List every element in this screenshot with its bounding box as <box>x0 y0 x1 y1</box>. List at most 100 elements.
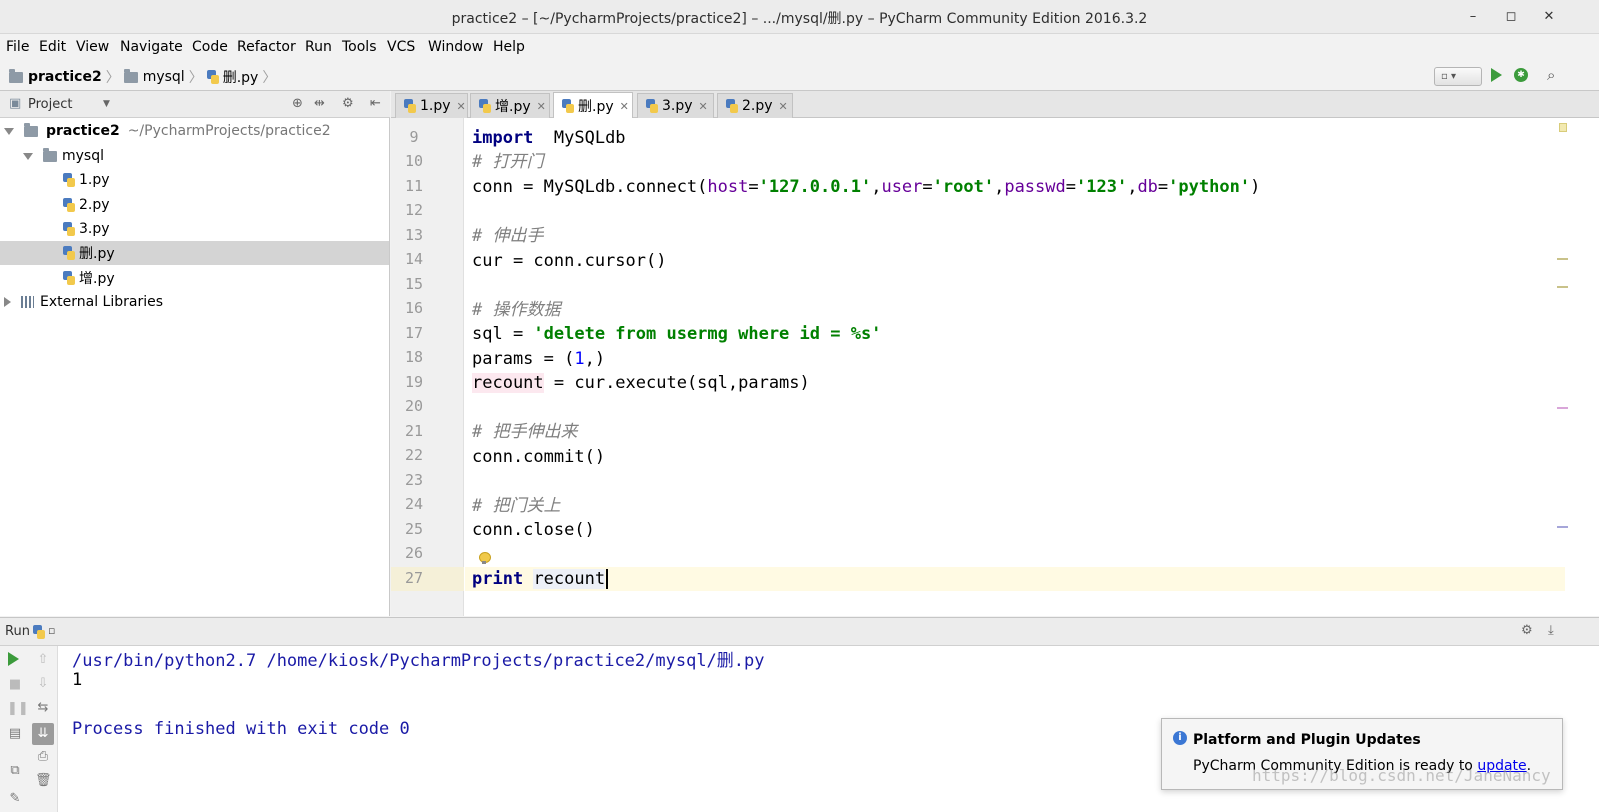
breadcrumb-project[interactable]: practice2 <box>28 69 102 85</box>
breadcrumb-file[interactable]: 删.py <box>223 67 259 87</box>
tab-shan-py[interactable]: 删.py ✕ <box>553 92 633 119</box>
chevron-down-icon[interactable]: ▼ <box>103 99 110 109</box>
close-icon[interactable]: ✕ <box>620 100 629 113</box>
scroll-to-end-icon[interactable]: ⇊ <box>32 723 54 745</box>
code-number: 1 <box>574 349 585 369</box>
folder-icon <box>24 122 38 137</box>
expand-arrow-icon[interactable] <box>4 297 11 307</box>
tree-item-file-selected[interactable]: 删.py <box>0 241 389 265</box>
code-editor[interactable]: 9 10 11 12 13 14 15 16 17 18 19 20 21 22… <box>391 118 1599 616</box>
close-icon[interactable]: ✕ <box>537 100 546 113</box>
line-number: 10 <box>404 152 424 170</box>
print-icon[interactable]: ⎙ <box>35 749 51 765</box>
menu-edit[interactable]: Edit <box>39 39 66 55</box>
tree-root-path: ~/PycharmProjects/practice2 <box>127 123 331 139</box>
soft-wrap-icon[interactable]: ⇆ <box>35 700 51 716</box>
line-number: 19 <box>404 373 424 391</box>
scroll-down-icon[interactable]: ⇩ <box>35 676 51 692</box>
menu-navigate[interactable]: Navigate <box>120 39 183 55</box>
tab-1-py[interactable]: 1.py ✕ <box>395 93 468 118</box>
close-icon[interactable]: ✕ <box>699 100 708 113</box>
trash-icon[interactable]: 🗑 <box>35 773 52 789</box>
debug-bug-icon[interactable]: ✱ <box>1514 68 1528 82</box>
line-number: 9 <box>409 128 419 146</box>
project-view-selector[interactable]: Project <box>28 97 72 112</box>
stripe-marker[interactable] <box>1557 407 1568 409</box>
close-icon[interactable]: ✕ <box>779 100 788 113</box>
lightbulb-icon[interactable] <box>479 552 491 565</box>
search-everywhere-icon[interactable]: ⌕ <box>1547 66 1555 84</box>
code-string: 'python' <box>1168 177 1251 197</box>
tree-file-label: 3.py <box>79 221 110 237</box>
python-file-icon <box>63 246 75 260</box>
python-file-icon <box>726 99 738 113</box>
code-line: import MySQLdb <box>472 126 626 150</box>
code-string: '123' <box>1076 177 1128 197</box>
scroll-up-icon[interactable]: ⇧ <box>35 652 51 668</box>
maximize-button[interactable]: ◻ <box>1502 8 1520 26</box>
rerun-play-icon[interactable] <box>8 652 19 666</box>
stripe-marker[interactable] <box>1557 526 1568 528</box>
tab-3-py[interactable]: 3.py ✕ <box>637 93 714 118</box>
current-line-highlight <box>465 567 1565 591</box>
close-window-button[interactable]: ✕ <box>1540 8 1558 26</box>
code-text: , <box>1127 177 1138 197</box>
run-tab-icon[interactable]: ▫ <box>48 624 55 637</box>
minimize-button[interactable]: – <box>1464 8 1482 26</box>
code-text: conn = MySQLdb.connect( <box>472 177 708 197</box>
expand-arrow-icon[interactable] <box>23 152 33 160</box>
breadcrumb-folder[interactable]: mysql <box>143 69 185 85</box>
menu-vcs[interactable]: VCS <box>387 39 415 55</box>
run-panel-header: Run ▫ ⚙ ⤓ <box>0 617 1599 646</box>
console-exit-message: Process finished with exit code 0 <box>72 719 410 739</box>
tree-item-folder-mysql[interactable]: mysql <box>0 144 389 168</box>
hide-panel-icon[interactable]: ⤓ <box>1548 623 1554 638</box>
code-text: ) <box>1250 177 1261 197</box>
stop-icon[interactable]: ■ <box>7 677 23 693</box>
dump-threads-icon[interactable]: ⧉ <box>7 763 23 779</box>
tab-zeng-py[interactable]: 增.py ✕ <box>470 93 550 118</box>
run-configuration-dropdown[interactable]: ▫ ▾ <box>1434 67 1482 86</box>
restore-layout-icon[interactable]: ▤ <box>7 726 23 742</box>
editor-tab-bar: 1.py ✕ 增.py ✕ 删.py ✕ 3.py ✕ 2.py ✕ <box>391 91 1599 119</box>
run-play-icon[interactable] <box>1491 68 1502 82</box>
editor-error-stripe[interactable] <box>1557 118 1569 616</box>
tree-item-file[interactable]: 增.py <box>0 266 389 290</box>
menu-help[interactable]: Help <box>493 39 525 55</box>
gear-icon[interactable]: ⚙ <box>1521 623 1533 638</box>
run-toolbar: ■ ❚❚ ▤ ⧉ ✎ ⇧ ⇩ ⇆ ⇊ ⎙ 🗑 <box>0 646 58 812</box>
tree-item-project-root[interactable]: practice2 ~/PycharmProjects/practice2 <box>0 119 389 143</box>
tree-item-external-libraries[interactable]: External Libraries <box>0 290 389 314</box>
watermark-text: https://blog.csdn.net/JaneNancy <box>1252 766 1551 785</box>
code-param: passwd <box>1004 177 1066 197</box>
collapse-all-icon[interactable]: ⇹ <box>314 96 325 111</box>
close-icon[interactable]: ✕ <box>457 100 466 113</box>
menu-tools[interactable]: Tools <box>342 39 377 55</box>
code-comment: # 打开门 <box>472 152 544 172</box>
code-text: MySQLdb <box>533 128 626 148</box>
code-param: host <box>707 177 749 197</box>
pause-icon[interactable]: ❚❚ <box>7 701 29 717</box>
tree-libraries-label: External Libraries <box>40 294 163 310</box>
breadcrumb-separator-icon: 〉 <box>105 70 120 86</box>
expand-arrow-icon[interactable] <box>4 127 14 135</box>
menu-refactor[interactable]: Refactor <box>237 39 296 55</box>
scroll-from-source-icon[interactable]: ⊕ <box>292 96 303 111</box>
menu-window[interactable]: Window <box>428 39 483 55</box>
stripe-marker[interactable] <box>1557 258 1568 260</box>
warning-status-icon[interactable] <box>1559 123 1567 132</box>
stripe-marker[interactable] <box>1557 286 1568 288</box>
menu-code[interactable]: Code <box>192 39 228 55</box>
hide-panel-icon[interactable]: ⇤ <box>370 96 381 111</box>
menu-run[interactable]: Run <box>305 39 332 55</box>
gear-icon[interactable]: ⚙ <box>342 96 354 111</box>
tree-item-file[interactable]: 1.py <box>0 168 389 192</box>
menu-view[interactable]: View <box>76 39 109 55</box>
pin-tab-icon[interactable]: ✎ <box>7 791 23 807</box>
tree-item-file[interactable]: 3.py <box>0 217 389 241</box>
menu-file[interactable]: File <box>6 39 29 55</box>
line-number: 17 <box>404 324 424 342</box>
code-comment: # 把手伸出来 <box>472 422 578 442</box>
tree-item-file[interactable]: 2.py <box>0 193 389 217</box>
tab-2-py[interactable]: 2.py ✕ <box>717 93 793 118</box>
